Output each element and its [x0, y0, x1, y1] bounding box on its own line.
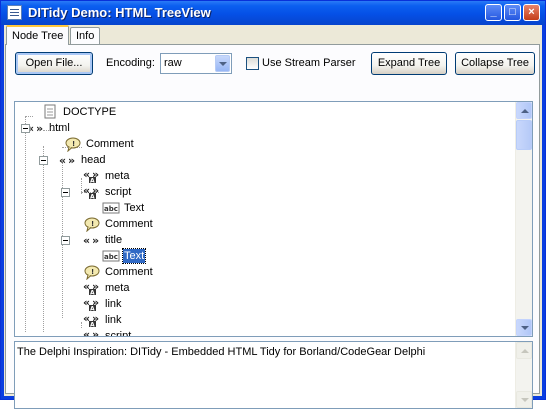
svg-text:!: !: [91, 268, 94, 276]
info-scrollbar[interactable]: [515, 342, 532, 408]
collapse-icon[interactable]: [61, 236, 70, 245]
svg-text:»: »: [36, 122, 43, 135]
tab-node-tree[interactable]: Node Tree: [6, 25, 70, 45]
scroll-thumb[interactable]: [516, 120, 532, 150]
text-node-icon: abc: [102, 202, 120, 214]
element-attribute-tag-icon: «»A: [83, 296, 99, 313]
tree-node-label: Comment: [105, 266, 153, 278]
encoding-value: raw: [164, 57, 182, 69]
tree-scrollbar[interactable]: [515, 102, 532, 336]
svg-text:»: »: [92, 234, 99, 247]
element-attribute-tag-icon: «»A: [83, 312, 99, 329]
svg-text:»: »: [92, 328, 99, 336]
tree-node-icon: !: [83, 216, 101, 233]
svg-text:A: A: [90, 194, 95, 201]
element-attribute-tag-icon: «»A: [83, 168, 99, 185]
svg-text:!: !: [72, 140, 75, 148]
tree-node-icon: [41, 104, 59, 120]
tree-node-label: Text: [121, 248, 147, 264]
comment-icon: !: [84, 217, 100, 233]
tree-node-icon: «»A: [83, 296, 101, 313]
tree-viewport: DOCTYPE «» html! Comment «» head «» Ameta «» Ascr…: [15, 102, 517, 336]
tree-node-label: link: [105, 314, 122, 326]
stream-parser-label[interactable]: Use Stream Parser: [262, 57, 356, 69]
collapse-tree-button[interactable]: Collapse Tree: [455, 52, 535, 75]
app-window: DITidy Demo: HTML TreeView _ □ × Node Tr…: [0, 0, 546, 409]
element-attribute-tag-icon: «»A: [83, 280, 99, 297]
tree-node-icon: abc: [102, 200, 120, 216]
tree-node-icon: «»A: [83, 184, 101, 201]
collapse-icon[interactable]: [39, 156, 48, 165]
expand-tree-button[interactable]: Expand Tree: [371, 52, 447, 75]
tab-bar: Node Tree Info: [4, 25, 542, 45]
scroll-up-icon[interactable]: [516, 102, 532, 119]
tree-node-icon: abc: [102, 248, 120, 264]
tree-node-label: meta: [105, 170, 130, 182]
tree-node-icon: «»A: [83, 312, 101, 329]
tree-node-icon: «»: [59, 152, 77, 168]
tree-node-label: Comment: [86, 138, 134, 150]
svg-text:!: !: [91, 220, 94, 228]
maximize-icon[interactable]: □: [504, 4, 521, 21]
text-node-icon: abc: [102, 250, 120, 262]
tree-node-icon: «»A: [83, 168, 101, 185]
element-tag-icon: «»: [83, 234, 99, 247]
tree-node-label: DOCTYPE: [63, 106, 117, 118]
tree-connector-line: [25, 116, 26, 332]
node-tree-page: Open File... Encoding: raw Use Stream Pa…: [5, 44, 540, 409]
info-text-box[interactable]: The Delphi Inspiration: DITidy - Embedde…: [14, 341, 533, 409]
tab-info[interactable]: Info: [70, 27, 101, 44]
open-file-button[interactable]: Open File...: [15, 52, 93, 75]
tree-connector-line: [81, 322, 82, 328]
tree-node-icon: !: [64, 136, 82, 153]
tree-node-icon: «»A: [83, 280, 101, 297]
svg-text:«: «: [83, 328, 90, 336]
tree-node-label: head: [81, 154, 106, 166]
tree-node-label: title: [105, 234, 123, 246]
tree-node-label: Text: [124, 202, 145, 214]
svg-text:«: «: [83, 234, 90, 247]
element-tag-icon: «»: [59, 154, 75, 167]
close-icon[interactable]: ×: [523, 4, 540, 21]
minimize-icon[interactable]: _: [485, 4, 502, 21]
encoding-select[interactable]: raw: [160, 53, 232, 74]
tree-node-label: link: [105, 298, 122, 310]
window-title: DITidy Demo: HTML TreeView: [28, 5, 211, 20]
info-text: The Delphi Inspiration: DITidy - Embedde…: [17, 346, 426, 358]
tree-node-icon: «»: [83, 232, 101, 248]
tree-node-icon: !: [83, 264, 101, 281]
comment-icon: !: [65, 137, 81, 153]
tree-node-label: script: [105, 330, 132, 336]
node-tree[interactable]: DOCTYPE «» html! Comment «» head «» Ameta «» Ascr…: [14, 101, 533, 337]
client-area: Node Tree Info Open File... Encoding: ra…: [4, 25, 542, 409]
collapse-icon[interactable]: [61, 188, 70, 197]
chevron-down-icon[interactable]: [215, 55, 230, 72]
encoding-label: Encoding:: [106, 57, 155, 69]
comment-icon: !: [84, 265, 100, 281]
svg-text:»: »: [68, 154, 75, 167]
tree-node-label: Comment: [105, 218, 153, 230]
scroll-down-icon[interactable]: [516, 319, 532, 336]
tree-node-label: script: [105, 186, 132, 198]
stream-parser-checkbox[interactable]: [246, 57, 259, 70]
element-attribute-tag-icon: «»A: [83, 328, 99, 336]
app-icon: [7, 5, 22, 20]
scroll-up-icon[interactable]: [516, 342, 532, 359]
collapse-icon[interactable]: [21, 124, 30, 133]
tree-connector-line: [25, 116, 33, 117]
svg-text:«: «: [59, 154, 66, 167]
svg-text:abc: abc: [104, 205, 118, 213]
tree-connector-line: [43, 146, 44, 332]
element-attribute-tag-icon: «»A: [83, 184, 99, 201]
tree-node-icon: «»A: [83, 328, 101, 336]
svg-text:abc: abc: [104, 253, 118, 261]
doctype-page-icon: [44, 104, 56, 119]
title-bar[interactable]: DITidy Demo: HTML TreeView _ □ ×: [1, 1, 545, 25]
tree-node-label: meta: [105, 282, 130, 294]
tree-node-label: html: [49, 122, 70, 134]
